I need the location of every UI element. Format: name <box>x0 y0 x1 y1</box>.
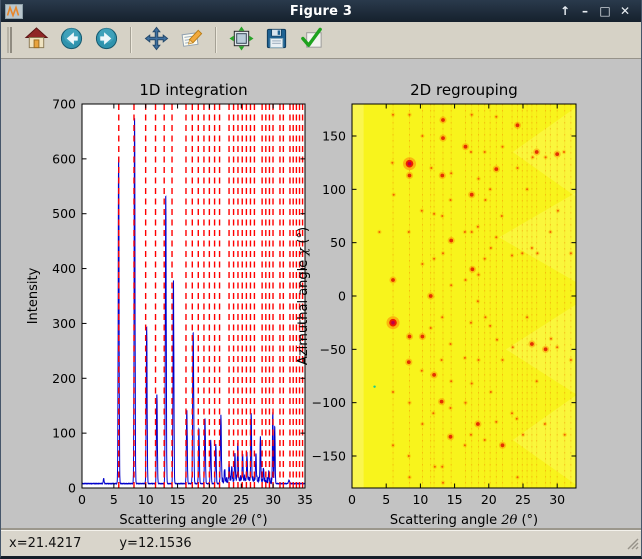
svg-text:15: 15 <box>170 492 186 507</box>
edit-parameters-button[interactable] <box>296 25 326 55</box>
cursor-x-readout: x=21.4217 <box>9 536 81 551</box>
svg-text:100: 100 <box>322 182 346 197</box>
svg-text:50: 50 <box>330 235 346 250</box>
note-pencil-icon <box>179 26 204 54</box>
close-button[interactable]: ✕ <box>617 3 633 19</box>
svg-text:Intensity: Intensity <box>26 267 41 324</box>
svg-text:25: 25 <box>233 492 249 507</box>
svg-text:0: 0 <box>68 481 76 496</box>
titlebar[interactable]: Figure 3 ↑–□✕ <box>1 0 641 22</box>
svg-text:2D regrouping: 2D regrouping <box>410 81 518 99</box>
save-button[interactable] <box>261 25 291 55</box>
back-button[interactable] <box>56 25 86 55</box>
svg-text:1D integration: 1D integration <box>139 81 247 99</box>
figure-plots[interactable]: 0510152025303501002003004005006007001D i… <box>1 59 641 529</box>
statusbar: x=21.4217 y=12.1536 <box>1 530 641 556</box>
svg-text:0: 0 <box>338 289 346 304</box>
svg-text:20: 20 <box>201 492 217 507</box>
svg-text:10: 10 <box>412 492 428 507</box>
matplotlib-wave-icon[interactable] <box>4 3 24 20</box>
plot-toolbar <box>1 22 641 59</box>
svg-text:30: 30 <box>265 492 281 507</box>
configure-subplots-button[interactable] <box>226 25 256 55</box>
window-controls: ↑–□✕ <box>557 3 641 19</box>
zoom-button[interactable] <box>176 25 206 55</box>
pan-button[interactable] <box>141 25 171 55</box>
svg-text:30: 30 <box>549 492 565 507</box>
svg-text:Azimuthal angle χ (°): Azimuthal angle χ (°) <box>296 227 311 365</box>
figure-canvas[interactable]: 0510152025303501002003004005006007001D i… <box>1 59 641 530</box>
svg-text:200: 200 <box>52 371 76 386</box>
home-button[interactable] <box>21 25 51 55</box>
toolbar-grip[interactable] <box>7 27 12 53</box>
svg-text:15: 15 <box>447 492 463 507</box>
svg-text:−50: −50 <box>320 342 346 357</box>
resize-grip-icon[interactable] <box>626 537 639 554</box>
svg-text:5: 5 <box>382 492 390 507</box>
svg-text:10: 10 <box>138 492 154 507</box>
pan-arrows-icon <box>144 26 169 54</box>
shade-button[interactable]: ↑ <box>557 3 573 19</box>
back-icon <box>59 26 84 54</box>
svg-text:400: 400 <box>52 261 76 276</box>
svg-text:35: 35 <box>297 492 313 507</box>
svg-text:700: 700 <box>52 97 76 112</box>
svg-text:5: 5 <box>110 492 118 507</box>
window-title: Figure 3 <box>1 4 641 19</box>
svg-text:0: 0 <box>348 492 356 507</box>
svg-text:100: 100 <box>52 426 76 441</box>
svg-text:20: 20 <box>481 492 497 507</box>
forward-icon <box>94 26 119 54</box>
maximize-button[interactable]: □ <box>597 3 613 19</box>
screen-arrows-icon <box>229 26 254 54</box>
forward-button[interactable] <box>91 25 121 55</box>
figure-window: Figure 3 ↑–□✕ 05101520253035010020030040… <box>0 0 642 559</box>
toolbar-separator <box>215 27 217 53</box>
svg-text:Scattering angle 2θ (°): Scattering angle 2θ (°) <box>390 513 538 528</box>
svg-text:150: 150 <box>322 129 346 144</box>
svg-text:−150: −150 <box>312 449 346 464</box>
svg-text:25: 25 <box>515 492 531 507</box>
svg-text:Scattering angle 2θ (°): Scattering angle 2θ (°) <box>119 513 267 528</box>
svg-text:0: 0 <box>78 492 86 507</box>
floppy-icon <box>264 26 289 54</box>
svg-text:500: 500 <box>52 206 76 221</box>
svg-text:600: 600 <box>52 151 76 166</box>
checkmark-icon <box>299 26 324 54</box>
home-icon <box>24 26 49 54</box>
svg-text:−100: −100 <box>312 395 346 410</box>
toolbar-separator <box>130 27 132 53</box>
svg-text:300: 300 <box>52 316 76 331</box>
cursor-y-readout: y=12.1536 <box>119 536 191 551</box>
minimize-button[interactable]: – <box>577 3 593 19</box>
